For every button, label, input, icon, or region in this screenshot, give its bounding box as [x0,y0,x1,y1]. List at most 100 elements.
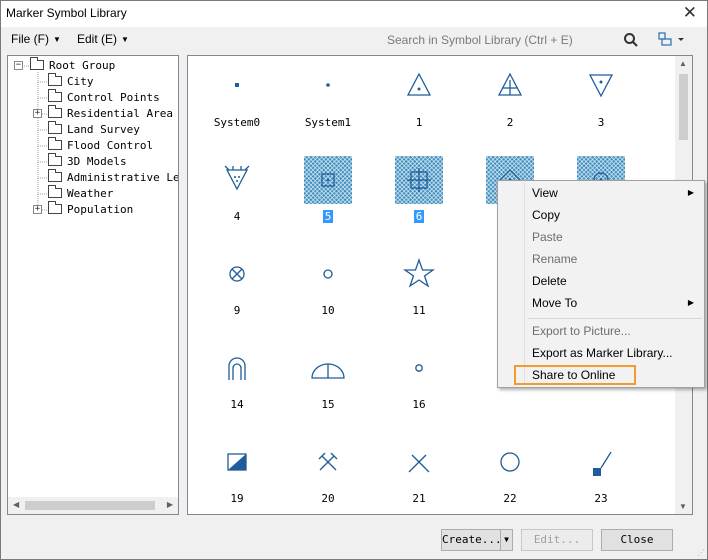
scroll-right-icon[interactable]: ▶ [167,500,173,509]
context-menu-item-label: Paste [532,230,563,244]
menu-separator [528,318,702,319]
group-tree[interactable]: − Root Group City Control Points + Resident… [7,55,179,515]
symbol-cell[interactable]: 6 [375,156,455,236]
symbol-label-text: 22 [503,492,517,505]
tree-item[interactable]: 3D Models [48,153,127,170]
scroll-up-icon[interactable]: ▲ [679,59,687,68]
view-mode-button[interactable] [657,31,687,50]
menu-edit[interactable]: Edit (E) ▼ [77,32,129,46]
resize-grip-icon[interactable]: ⋰ [697,548,705,557]
create-button[interactable]: Create... ▼ [441,529,513,551]
tree-item[interactable]: Flood Control [48,137,154,154]
close-icon[interactable]: ✕ [683,3,697,23]
tree-item[interactable]: Land Survey [48,121,140,138]
symbol-preview [395,250,443,298]
search-input[interactable]: Search in Symbol Library (Ctrl + E) [381,29,643,51]
symbol-preview [577,438,625,486]
symbol-label-text: 9 [233,304,241,317]
symbol-label: 1 [375,116,463,129]
tree-item[interactable]: Weather [48,185,113,202]
symbol-label-text: 1 [415,116,423,129]
scrollbar-thumb[interactable] [679,74,688,140]
inverted-triangle-dot-icon [588,74,614,98]
symbol-cell[interactable]: 20 [284,438,364,514]
menu-file-label: File (F) [11,32,49,46]
inverted-triangle-spikes-icon [224,165,250,191]
scrollbar-thumb[interactable] [25,501,155,510]
symbol-label: 23 [557,492,645,505]
symbol-cell[interactable]: 10 [284,250,364,330]
symbol-label-text: 6 [413,210,425,223]
symbol-cell[interactable]: 9 [193,250,273,330]
context-menu-item[interactable]: Delete [532,270,698,292]
scroll-left-icon[interactable]: ◀ [13,500,19,509]
symbol-cell[interactable]: 23 [557,438,637,514]
expand-icon[interactable]: + [33,109,42,118]
folder-icon [48,185,62,198]
tree-item[interactable]: Residential Area [48,105,173,122]
square-crosshair-icon [407,168,431,192]
symbol-label-text: 14 [230,398,244,411]
symbol-cell[interactable]: 11 [375,250,455,330]
symbol-label: 6 [375,210,463,223]
symbol-cell[interactable]: 2 [466,62,546,142]
scroll-down-icon[interactable]: ▼ [679,502,687,511]
tree-horizontal-scrollbar[interactable]: ◀ ▶ [8,497,178,514]
symbol-label-text: 3 [597,116,605,129]
symbol-label: 19 [193,492,281,505]
create-dropdown-icon[interactable]: ▼ [500,530,512,550]
tree-item[interactable]: Population [48,201,134,218]
tree-item[interactable]: Administrative Lev [48,169,178,186]
caret-down-icon: ▼ [53,35,61,44]
circle-icon [500,452,520,472]
context-menu-item[interactable]: Copy [532,204,698,226]
symbol-cell[interactable]: 3 [557,62,637,142]
symbol-label-text: 4 [233,210,241,223]
symbol-label-text: 19 [230,492,244,505]
arch-icon [228,357,246,380]
triangle-dot-icon [406,72,432,96]
context-menu-item-label: Delete [532,274,567,288]
symbol-preview [486,62,534,110]
symbol-cell[interactable]: 4 [193,156,273,236]
symbol-cell[interactable]: 22 [466,438,546,514]
tree-item-label: Flood Control [67,139,154,152]
tree-item-root[interactable]: Root Group [30,57,115,74]
symbol-cell[interactable]: 16 [375,344,455,424]
square-dot-icon [321,173,335,187]
close-button[interactable]: Close [601,529,673,551]
search-icon[interactable] [623,32,639,48]
symbol-label-text: 16 [412,398,426,411]
symbol-label-text: 15 [321,398,335,411]
small-circle-icon [323,269,333,279]
symbol-cell[interactable]: 19 [193,438,273,514]
symbol-cell[interactable]: 15 [284,344,364,424]
circle-x-icon [229,266,245,282]
tree-item[interactable]: City [48,73,94,90]
symbol-preview [304,62,352,110]
symbol-cell[interactable]: 14 [193,344,273,424]
tree-item[interactable]: Control Points [48,89,160,106]
symbol-preview [213,344,261,392]
menu-file[interactable]: File (F) ▼ [11,32,61,46]
symbol-label: 20 [284,492,372,505]
expand-icon[interactable]: + [33,205,42,214]
symbol-cell[interactable]: 1 [375,62,455,142]
collapse-icon[interactable]: − [14,61,23,70]
symbol-preview [577,62,625,110]
symbol-label: 15 [284,398,372,411]
context-menu-item[interactable]: View ▶ [532,182,698,204]
symbol-cell[interactable]: System0 [193,62,273,142]
context-menu-item[interactable]: Move To ▶ [532,292,698,314]
symbol-cell[interactable]: 21 [375,438,455,514]
edit-button[interactable]: Edit... [521,529,593,551]
tree-item-label: Population [67,203,134,216]
symbol-cell[interactable]: System1 [284,62,364,142]
symbol-cell[interactable]: 5 [284,156,364,236]
symbol-label-text: System0 [213,116,261,129]
symbol-label-text: 5 [322,210,334,223]
symbol-label: 10 [284,304,372,317]
symbol-label-text: 10 [321,304,335,317]
context-menu-item[interactable]: Export as Marker Library... [532,342,698,364]
context-menu-item: Rename [532,248,698,270]
